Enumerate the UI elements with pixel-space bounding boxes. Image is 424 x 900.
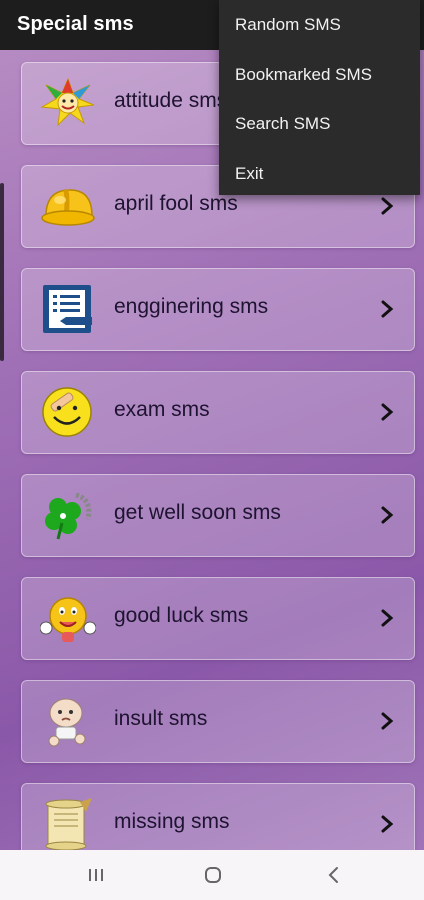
clover-icon: [45, 492, 92, 540]
menu-item-bookmarked-sms[interactable]: Bookmarked SMS: [235, 65, 372, 85]
chevron-right-icon: [381, 609, 394, 627]
chevron-right-icon: [381, 197, 394, 215]
overflow-menu: Random SMS Bookmarked SMS Search SMS Exi…: [219, 0, 420, 195]
category-label: exam sms: [114, 398, 210, 421]
category-label: attitude sms: [114, 89, 228, 112]
category-item-good-luck[interactable]: good luck sms: [21, 577, 415, 660]
category-item-engginering[interactable]: engginering sms: [21, 268, 415, 351]
document-icon: [43, 285, 92, 333]
recent-apps-icon[interactable]: [86, 865, 106, 885]
cartoon-baby-icon: [48, 698, 86, 747]
category-label: get well soon sms: [114, 501, 281, 524]
scroll-icon: [45, 798, 92, 850]
category-item-get-well-soon[interactable]: get well soon sms: [21, 474, 415, 557]
category-label: good luck sms: [114, 604, 249, 627]
category-label: april fool sms: [114, 192, 238, 215]
system-navigation-bar: [0, 850, 424, 900]
jester-icon: [40, 77, 95, 127]
smiley-bandage-icon: [42, 387, 92, 437]
chevron-right-icon: [381, 506, 394, 524]
category-item-missing[interactable]: missing sms: [21, 783, 415, 850]
good-luck-smiley-icon: [40, 597, 96, 642]
chevron-right-icon: [381, 712, 394, 730]
category-label: engginering sms: [114, 295, 269, 318]
menu-item-search-sms[interactable]: Search SMS: [235, 114, 330, 134]
scroll-indicator[interactable]: [0, 183, 4, 361]
category-label: missing sms: [114, 810, 230, 833]
category-item-insult[interactable]: insult sms: [21, 680, 415, 763]
category-item-exam[interactable]: exam sms: [21, 371, 415, 454]
home-icon[interactable]: [203, 865, 223, 885]
app-title: Special sms: [17, 13, 134, 35]
back-icon[interactable]: [324, 865, 344, 885]
chevron-right-icon: [381, 403, 394, 421]
chevron-right-icon: [381, 300, 394, 318]
menu-item-random-sms[interactable]: Random SMS: [235, 15, 341, 35]
category-label: insult sms: [114, 707, 208, 730]
hard-hat-icon: [41, 189, 95, 226]
chevron-right-icon: [381, 815, 394, 833]
menu-item-exit[interactable]: Exit: [235, 164, 263, 184]
